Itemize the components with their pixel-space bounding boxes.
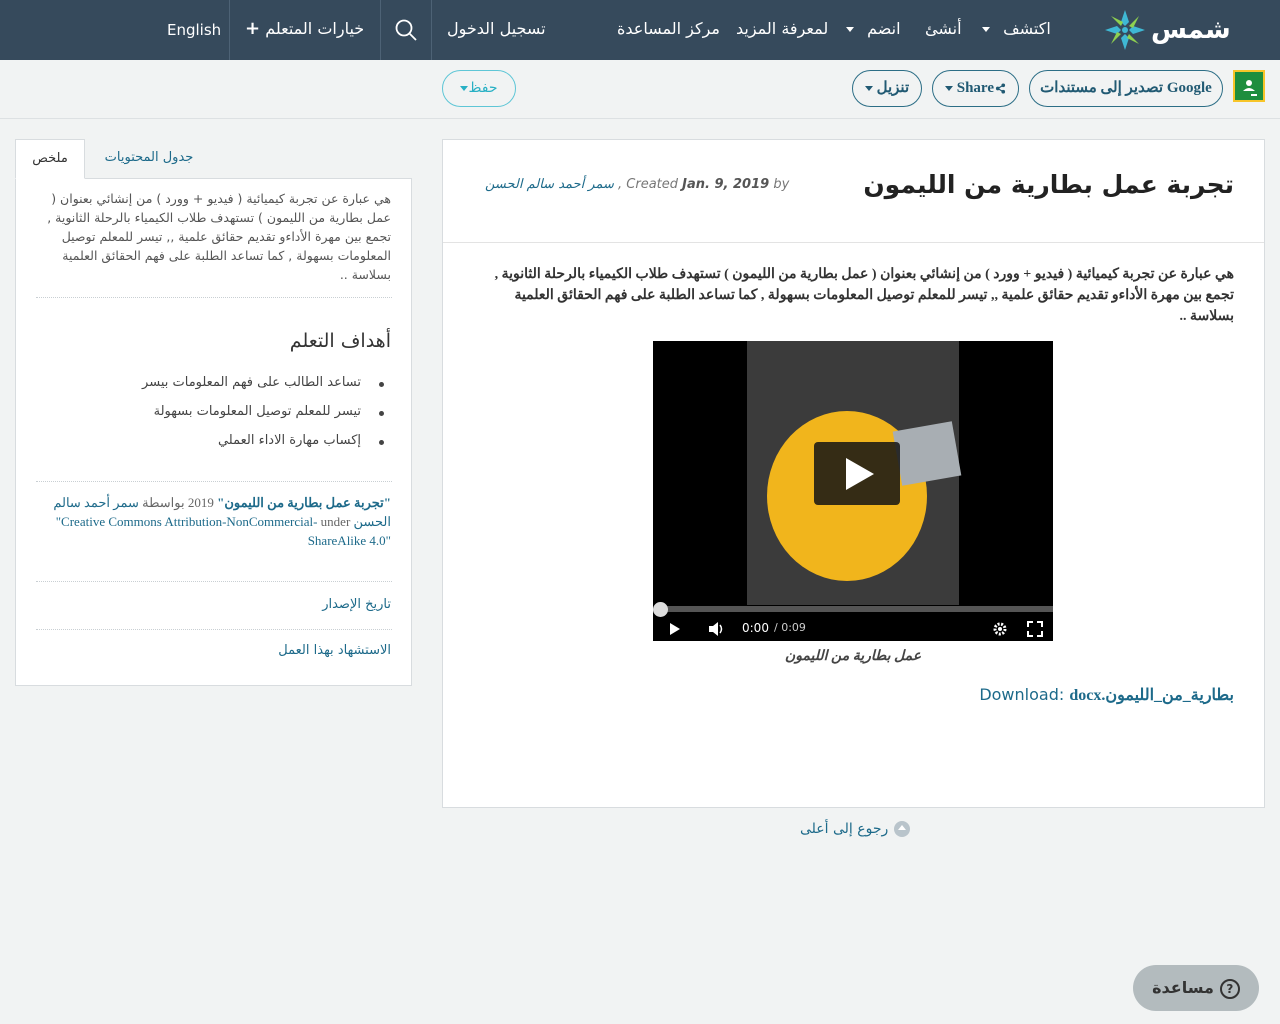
nav-explore[interactable]: اكتشف (982, 0, 1051, 60)
sidebar-summary: هي عبارة عن تجربة كيميائية ( فيديو + وور… (47, 191, 391, 282)
list-item: تيسر للمعلم توصيل المعلومات بسهولة (142, 404, 384, 433)
search-icon (395, 19, 417, 41)
resource-byline: سمر أحمد سالم الحسن , Created Jan. 9, 20… (485, 177, 789, 192)
play-icon (670, 622, 680, 635)
arrow-up-icon (894, 821, 911, 837)
divider (443, 242, 1264, 243)
language-switch[interactable]: English (167, 0, 221, 60)
brand-name: شمس (1151, 15, 1231, 45)
sun-logo-icon (1105, 10, 1145, 50)
author-link[interactable]: سمر أحمد سالم الحسن (485, 177, 614, 192)
nav-help-center-label: مركز المساعدة (617, 19, 720, 38)
video-scrubber[interactable] (653, 602, 668, 617)
tab-table-of-contents[interactable]: جدول المحتويات (94, 139, 204, 179)
chevron-down-icon (945, 86, 953, 92)
attribution-year: 2019 (187, 495, 214, 510)
search-button[interactable] (381, 0, 431, 60)
attribution: "تجربة عمل بطارية من الليمون" 2019 بواسط… (35, 493, 391, 550)
attribution-title[interactable]: "تجربة عمل بطارية من الليمون" (217, 495, 391, 510)
sidebar-panel: هي عبارة عن تجربة كيميائية ( فيديو + وور… (15, 178, 412, 686)
play-button[interactable] (669, 618, 681, 638)
question-icon: ? (1219, 978, 1240, 999)
attribution-by: بواسطة (142, 495, 185, 510)
learning-goals-list: تساعد الطالب على فهم المعلومات بيسر تيسر… (142, 375, 384, 462)
divider (36, 581, 392, 582)
nav-create-label: أنشئ (925, 19, 962, 38)
nav-learn-more[interactable]: لمعرفة المزيد (736, 0, 828, 60)
list-item: تساعد الطالب على فهم المعلومات بيسر (142, 375, 384, 404)
nav-create[interactable]: أنشئ (925, 0, 962, 60)
volume-button[interactable] (708, 618, 726, 638)
nav-help-center[interactable]: مركز المساعدة (617, 0, 720, 60)
divider (431, 0, 432, 60)
nav-join-label: انضم (867, 19, 901, 38)
export-google-docs-button[interactable]: تصدير إلى مستندات Google (1029, 70, 1223, 107)
person-icon (1243, 80, 1257, 96)
video-caption: عمل بطارية من الليمون (784, 649, 922, 664)
download-button[interactable]: تنزيل (852, 70, 922, 107)
learner-options-button[interactable]: + خيارات المتعلم (245, 0, 364, 60)
export-google-label: تصدير إلى مستندات Google (1040, 80, 1212, 96)
cite-work-link[interactable]: الاستشهاد بهذا العمل (278, 643, 391, 658)
divider (229, 0, 230, 60)
learning-goals-heading: أهداف التعلم (289, 330, 391, 352)
save-button[interactable]: حفظ (442, 70, 516, 107)
divider (36, 481, 392, 482)
nav-join[interactable]: انضم (846, 0, 901, 60)
download-attachment-label: Download: (979, 685, 1065, 704)
learner-options-label: خيارات المتعلم (265, 19, 365, 38)
nav-sign-in-label: تسجيل الدخول (447, 19, 546, 38)
divider (36, 629, 392, 630)
back-to-top-link[interactable]: رجوع إلى أعلى (800, 821, 911, 837)
share-icon (995, 83, 1006, 94)
plus-icon: + (245, 18, 261, 39)
chevron-down-icon (864, 86, 873, 92)
share-button[interactable]: Share (932, 70, 1019, 107)
download-attachment: Download: بطارية_من_الليمون.docx (979, 685, 1234, 705)
back-to-top-label: رجوع إلى أعلى (800, 821, 889, 837)
created-date: Jan. 9, 2019 (682, 177, 770, 192)
help-label: مساعدة (1152, 978, 1214, 997)
settings-button[interactable] (992, 618, 1008, 638)
volume-icon (709, 621, 723, 636)
created-label: , Created (618, 177, 679, 192)
chevron-down-icon (846, 27, 854, 32)
share-label: Share (956, 80, 994, 96)
resource-toolbar: حفظ تنزيل Share تصدير إلى مستندات Google (0, 60, 1280, 119)
list-item: إكساب مهارة الاداء العملي (142, 433, 384, 462)
nav-sign-in[interactable]: تسجيل الدخول (447, 0, 546, 60)
help-button[interactable]: مساعدة? (1133, 965, 1259, 1011)
attribution-under: under (320, 514, 351, 529)
tab-summary[interactable]: ملخص (15, 139, 85, 179)
gear-icon (993, 622, 1007, 635)
save-label: حفظ (468, 80, 498, 96)
chevron-down-icon (982, 27, 990, 32)
divider (36, 297, 392, 298)
fullscreen-icon (1027, 620, 1043, 637)
language-label: English (167, 21, 222, 39)
divider (380, 0, 381, 60)
play-icon[interactable] (814, 442, 900, 505)
by-label: by (773, 177, 790, 192)
download-label: تنزيل (876, 80, 910, 96)
resource-card: تجربة عمل بطارية من الليمون سمر أحمد سال… (442, 139, 1265, 808)
video-player[interactable]: 0:00 / 0:09 (653, 341, 1053, 641)
resource-description: هي عبارة عن تجربة كيميائية ( فيديو + وور… (494, 267, 1234, 324)
video-progress-bar[interactable] (661, 606, 1053, 612)
nav-explore-label: اكتشف (1003, 19, 1051, 38)
video-duration: / 0:09 (774, 621, 806, 634)
google-classroom-icon[interactable] (1233, 70, 1265, 102)
version-history-link[interactable]: تاريخ الإصدار (322, 597, 391, 612)
top-navigation: شمس اكتشف أنشئ انضم لمعرفة المزيد مركز ا… (0, 0, 1280, 60)
fullscreen-button[interactable] (1027, 618, 1043, 638)
nav-learn-more-label: لمعرفة المزيد (736, 19, 829, 38)
shms-logo[interactable]: شمس (1103, 6, 1231, 54)
electrode-image (892, 421, 962, 486)
page-title: تجربة عمل بطارية من الليمون (863, 170, 1234, 199)
download-file-link[interactable]: بطارية_من_الليمون.docx (1069, 687, 1234, 704)
video-current-time: 0:00 (742, 621, 769, 635)
